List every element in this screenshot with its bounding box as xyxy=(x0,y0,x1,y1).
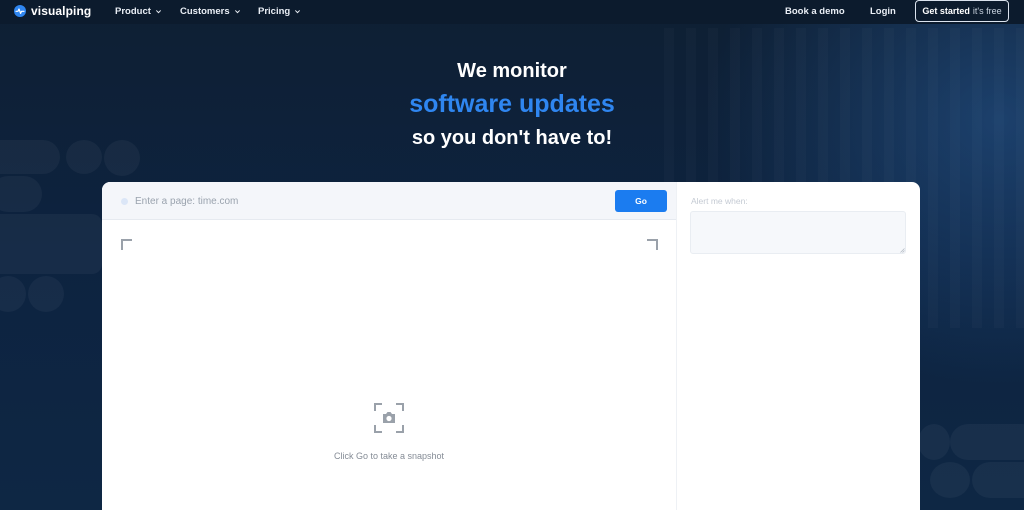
visualping-logo-icon xyxy=(14,5,26,17)
monitor-panel: Go Click Go to take a snapshot Alert me … xyxy=(102,182,920,510)
nav-product-label: Product xyxy=(115,6,151,17)
get-started-button[interactable]: Get started it's free xyxy=(915,0,1009,22)
alert-textarea[interactable] xyxy=(690,211,906,254)
get-started-sublabel: it's free xyxy=(972,6,1002,16)
resize-handle-icon[interactable] xyxy=(900,248,905,253)
snapshot-area: Click Go to take a snapshot xyxy=(102,220,676,510)
hero-heading: We monitor software updates so you don't… xyxy=(0,58,1024,152)
login-link[interactable]: Login xyxy=(870,6,896,17)
nav-pricing-label: Pricing xyxy=(258,6,291,17)
panel-divider xyxy=(676,182,677,510)
hero-line-1: We monitor xyxy=(457,60,567,82)
hero-line-2-highlight: software updates xyxy=(409,90,615,118)
camera-icon xyxy=(374,403,404,433)
chevron-down-icon xyxy=(234,10,240,14)
go-button[interactable]: Go xyxy=(615,190,667,212)
decor-blob xyxy=(0,176,42,212)
book-demo-link[interactable]: Book a demo xyxy=(785,6,845,17)
snapshot-hint: Click Go to take a snapshot xyxy=(333,451,445,461)
nav-customers[interactable]: Customers xyxy=(180,6,241,17)
decor-blob xyxy=(950,424,1024,460)
url-bar: Go xyxy=(102,182,676,220)
logo[interactable]: visualping xyxy=(14,4,91,18)
chevron-down-icon xyxy=(155,10,161,14)
decor-blob xyxy=(930,462,970,498)
frame-corner-top-left xyxy=(121,239,132,250)
nav-product[interactable]: Product xyxy=(115,6,162,17)
decor-blob xyxy=(918,424,950,460)
hero-line-3: so you don't have to! xyxy=(411,127,613,149)
decor-blob xyxy=(972,462,1024,498)
decor-blob xyxy=(0,214,102,274)
frame-corner-top-right xyxy=(647,239,658,250)
alert-label: Alert me when: xyxy=(691,196,748,206)
get-started-label: Get started xyxy=(922,6,970,16)
chevron-down-icon xyxy=(295,10,301,14)
nav-pricing[interactable]: Pricing xyxy=(258,6,301,17)
decor-blob xyxy=(28,276,64,312)
logo-text: visualping xyxy=(31,4,92,18)
nav-customers-label: Customers xyxy=(180,6,230,17)
status-dot xyxy=(121,198,128,205)
url-input[interactable] xyxy=(135,192,605,210)
top-nav: visualping Product Customers Pricing Boo… xyxy=(0,0,1024,24)
